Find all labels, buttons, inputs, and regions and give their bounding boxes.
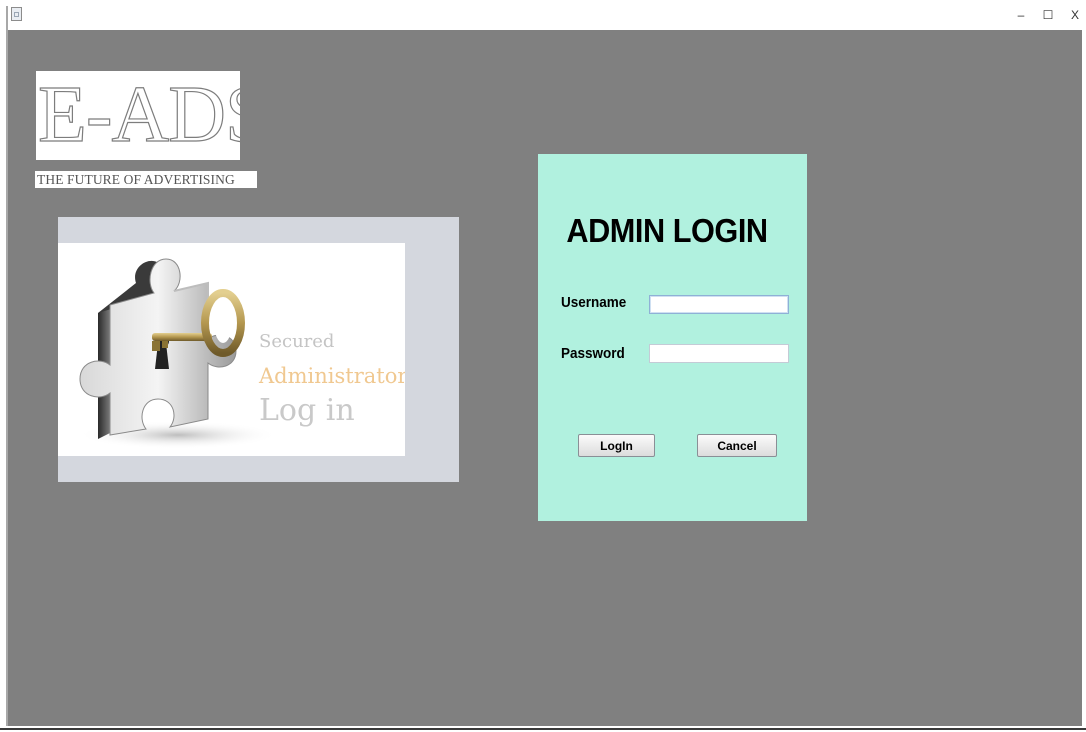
username-input[interactable] bbox=[649, 295, 789, 314]
minimize-button[interactable]: – bbox=[1014, 6, 1028, 24]
tagline-text: THE FUTURE OF ADVERTISING bbox=[37, 172, 235, 187]
title-bar: – ☐ X bbox=[0, 0, 1086, 30]
log-in-text: Log in bbox=[259, 393, 355, 428]
password-label: Password bbox=[561, 345, 625, 362]
login-button[interactable]: LogIn bbox=[578, 434, 655, 457]
close-button[interactable]: X bbox=[1068, 6, 1082, 24]
maximize-button[interactable]: ☐ bbox=[1041, 6, 1055, 24]
username-label: Username bbox=[561, 294, 627, 311]
cancel-button[interactable]: Cancel bbox=[697, 434, 777, 457]
logo-text: E-ADS bbox=[37, 71, 240, 160]
window-left-border bbox=[0, 0, 8, 732]
illustration-panel: Secured Administrator Log in bbox=[58, 217, 459, 482]
illustration-card: Secured Administrator Log in bbox=[58, 243, 405, 456]
window-bottom-border bbox=[0, 728, 1086, 730]
logo: E-ADS bbox=[36, 71, 240, 160]
tagline-banner: THE FUTURE OF ADVERTISING bbox=[35, 171, 257, 188]
administrator-text: Administrator bbox=[259, 364, 405, 388]
login-title: ADMIN LOGIN bbox=[566, 212, 768, 249]
password-input[interactable] bbox=[649, 344, 789, 363]
secured-text: Secured bbox=[259, 331, 335, 352]
login-panel: ADMIN LOGIN Username Password LogIn Canc… bbox=[538, 154, 807, 521]
app-icon bbox=[11, 7, 22, 21]
